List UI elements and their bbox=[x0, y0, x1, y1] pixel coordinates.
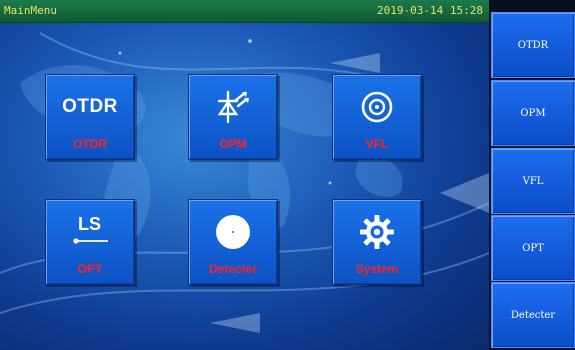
tile-opm[interactable]: OPM bbox=[188, 74, 278, 160]
side-menu-vfl-button[interactable]: VFL bbox=[491, 148, 575, 214]
light-source-icon: LS bbox=[46, 206, 134, 258]
target-circle-icon bbox=[333, 81, 421, 133]
photodiode-icon bbox=[189, 81, 277, 133]
window-title: MainMenu bbox=[4, 4, 57, 17]
otdr-text-icon: OTDR bbox=[62, 96, 118, 117]
side-menu-opm-button[interactable]: OPM bbox=[491, 80, 575, 146]
tile-vfl[interactable]: VFL bbox=[332, 74, 422, 160]
side-menu: OTDR OPM VFL OPT Detecter bbox=[489, 0, 575, 350]
tile-vfl-label: VFL bbox=[365, 137, 389, 151]
tile-system[interactable]: System bbox=[332, 199, 422, 285]
tile-opt[interactable]: LS OPT bbox=[45, 199, 135, 285]
world-map-background bbox=[0, 32, 489, 333]
side-menu-detecter-button[interactable]: Detecter bbox=[491, 282, 575, 348]
white-disc-icon bbox=[189, 206, 277, 258]
desktop-area: OTDR OTDR OPM VFL LS OPT Detecter System bbox=[0, 23, 489, 350]
tile-detecter-label: Detecter bbox=[208, 262, 258, 276]
datetime-display: 2019-03-14 15:28 bbox=[377, 4, 483, 17]
tile-opm-label: OPM bbox=[219, 137, 247, 151]
main-menu-screen: MainMenu 2019-03-14 15:28 OTDR OTDR OPM … bbox=[0, 0, 575, 350]
tile-system-label: System bbox=[355, 262, 399, 276]
side-menu-opt-button[interactable]: OPT bbox=[491, 215, 575, 281]
gear-icon bbox=[333, 206, 421, 258]
side-menu-otdr-button[interactable]: OTDR bbox=[491, 12, 575, 78]
title-bar: MainMenu 2019-03-14 15:28 bbox=[0, 0, 489, 23]
tile-otdr-label: OTDR bbox=[73, 137, 107, 151]
tile-opt-label: OPT bbox=[77, 262, 103, 276]
tile-detecter[interactable]: Detecter bbox=[188, 199, 278, 285]
tile-otdr[interactable]: OTDR OTDR bbox=[45, 74, 135, 160]
